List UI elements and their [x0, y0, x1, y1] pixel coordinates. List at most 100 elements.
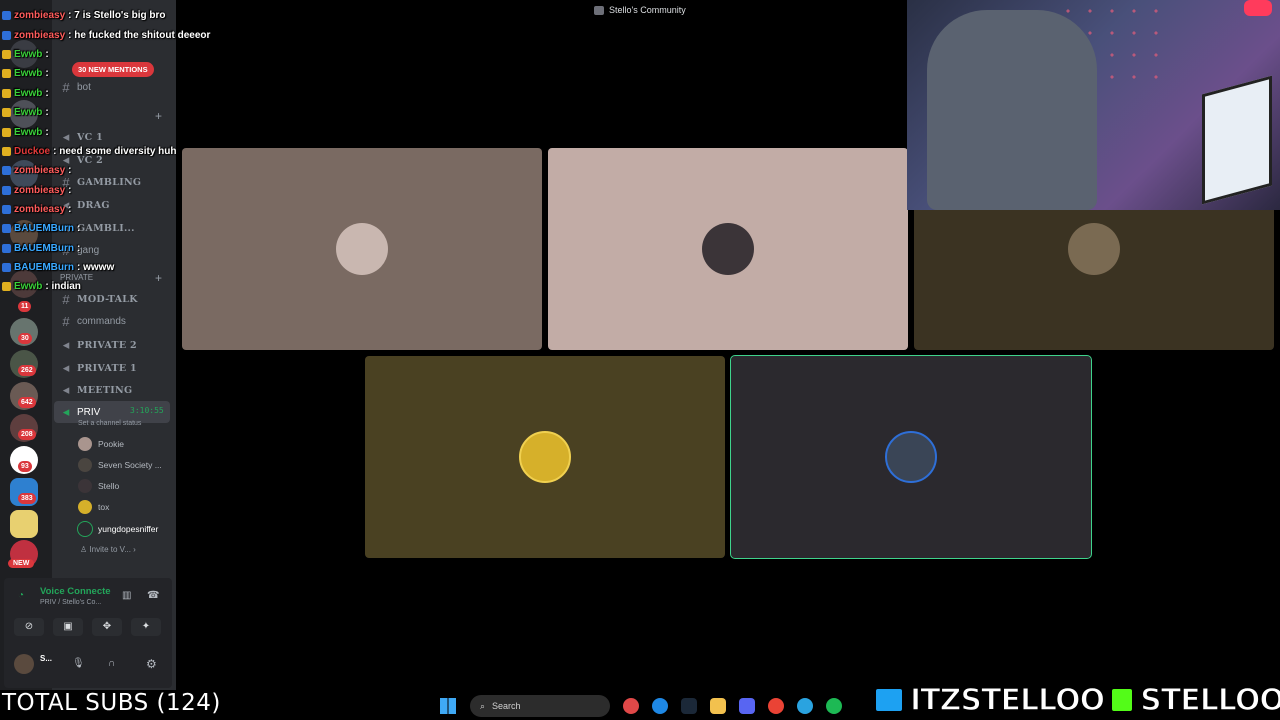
video-tile[interactable] — [182, 148, 542, 350]
screen-share-icon: ▣ — [63, 621, 73, 632]
channel-private-2[interactable]: ◂ PRIVATE 2 — [60, 337, 137, 353]
chat-message: BAUEMBurn : — [2, 243, 80, 254]
chat-message: Ewwb : — [2, 127, 49, 138]
chat-badge-icon — [2, 108, 11, 117]
chat-text: : — [45, 68, 49, 79]
channel-vc-1[interactable]: ◂ VC 1 — [60, 129, 103, 145]
chat-text: : — [77, 243, 81, 254]
add-channel-icon[interactable]: + — [155, 109, 162, 123]
channel-gambling[interactable]: # GAMBLING — [60, 175, 141, 190]
channel-commands[interactable]: # commands — [60, 314, 126, 329]
user-avatar[interactable] — [14, 654, 34, 674]
taskbar-search[interactable]: ⌕ Search — [470, 695, 610, 717]
chat-badge-icon — [2, 263, 11, 272]
app-icon[interactable] — [623, 698, 639, 714]
chat-username: Ewwb — [14, 49, 43, 60]
channel-status[interactable]: Set a channel status — [78, 420, 141, 427]
chat-badge-icon — [2, 224, 11, 233]
social-handles: ITZSTELLOO STELLOOO — [874, 682, 1280, 718]
folder-icon[interactable] — [710, 698, 726, 714]
avatar — [78, 437, 92, 451]
server-icon[interactable] — [10, 510, 38, 538]
soundboard-button[interactable]: ✦ — [131, 618, 161, 636]
chat-text: : — [68, 185, 72, 196]
server-icon — [594, 5, 604, 15]
twitter-handle: ITZSTELLOO — [909, 682, 1106, 719]
speaker-icon: ◂ — [62, 404, 70, 419]
windows-start-icon[interactable] — [440, 698, 456, 714]
speaker-icon: ◂ — [62, 129, 70, 144]
activities-icon: ✥ — [102, 621, 112, 632]
chat-text: : 7 is Stello's big bro — [68, 10, 166, 21]
chat-badge-icon — [2, 205, 11, 214]
voice-status-subtitle[interactable]: PRIV / Stello's Co... — [40, 599, 101, 606]
chat-username: Ewwb — [14, 107, 43, 118]
mention-badge: 11 — [18, 301, 32, 312]
person-add-icon: ♙ — [80, 545, 90, 554]
chrome-icon[interactable] — [768, 698, 784, 714]
chat-username: Ewwb — [14, 281, 43, 292]
voice-member[interactable]: Seven Society ... — [78, 458, 162, 472]
disconnect-icon[interactable]: ☎ — [147, 590, 159, 601]
voice-member[interactable]: Pookie — [78, 437, 124, 451]
chat-message: Duckoe : need some diversity huh — [2, 146, 177, 157]
hash-icon: # — [62, 314, 70, 329]
channel-mod-talk[interactable]: # MOD-TALK — [60, 292, 138, 307]
signal-icon[interactable]: ◔ — [18, 590, 24, 601]
channel-bot[interactable]: # bot — [60, 80, 91, 95]
add-channel-icon[interactable]: + — [155, 271, 162, 285]
windows-taskbar: ⌕ Search — [430, 692, 860, 720]
chat-username: zombieasy — [14, 30, 66, 41]
chat-username: Duckoe — [14, 146, 51, 157]
monitor — [1202, 75, 1272, 205]
steam-icon[interactable] — [681, 698, 697, 714]
new-mentions-pill[interactable]: 30 NEW MENTIONS — [72, 62, 154, 77]
video-tile-speaking[interactable] — [730, 355, 1092, 559]
mention-badge: 93 — [18, 461, 32, 472]
headphones-icon[interactable]: ∩ — [108, 658, 115, 669]
chat-message: Ewwb : — [2, 68, 49, 79]
chat-message: zombieasy : — [2, 185, 71, 196]
microphone-icon[interactable]: 🎙 — [72, 658, 85, 669]
mention-badge: 383 — [18, 493, 36, 504]
chat-text: : — [77, 223, 81, 234]
channel-private-1[interactable]: ◂ PRIVATE 1 — [60, 360, 137, 376]
participant-avatar — [1068, 223, 1120, 275]
voice-member[interactable]: Stello — [78, 479, 119, 493]
chat-username: Ewwb — [14, 88, 43, 99]
chat-badge-icon — [2, 282, 11, 291]
chat-text: : — [45, 107, 49, 118]
chat-username: zombieasy — [14, 10, 66, 21]
screen-share-button[interactable]: ▣ — [53, 618, 83, 636]
channel-meeting[interactable]: ◂ MEETING — [60, 382, 132, 398]
gear-icon[interactable]: ⚙ — [146, 657, 157, 671]
noise-suppression-icon[interactable]: ▥ — [122, 590, 131, 601]
participant-avatar — [702, 223, 754, 275]
avatar — [78, 458, 92, 472]
participant-avatar — [885, 431, 937, 483]
kick-icon — [1110, 687, 1135, 713]
video-tile[interactable] — [365, 356, 725, 558]
chat-message: BAUEMBurn : — [2, 223, 80, 234]
chat-username: BAUEMBurn — [14, 262, 74, 273]
voice-member[interactable]: tox — [78, 500, 109, 514]
user-name[interactable]: S... — [40, 654, 52, 663]
activities-button[interactable]: ✥ — [92, 618, 122, 636]
video-tile[interactable] — [548, 148, 908, 350]
chat-message: Ewwb : — [2, 49, 49, 60]
discord-icon[interactable] — [739, 698, 755, 714]
chat-badge-icon — [2, 128, 11, 137]
chat-text: : — [45, 88, 49, 99]
spotify-icon[interactable] — [826, 698, 842, 714]
camera-off-button[interactable]: ⊘ — [14, 618, 44, 636]
speaker-icon: ◂ — [62, 360, 70, 375]
telegram-icon[interactable] — [797, 698, 813, 714]
edge-icon[interactable] — [652, 698, 668, 714]
chat-badge-icon — [2, 186, 11, 195]
chat-badge-icon — [2, 50, 11, 59]
voice-member[interactable]: yungdopesniffer — [77, 521, 158, 537]
invite-to-voice[interactable]: ♙ Invite to V... › — [80, 545, 136, 554]
hash-icon: # — [62, 292, 70, 307]
speaker-icon: ◂ — [62, 337, 70, 352]
chat-text: : need some diversity huh — [53, 146, 177, 157]
